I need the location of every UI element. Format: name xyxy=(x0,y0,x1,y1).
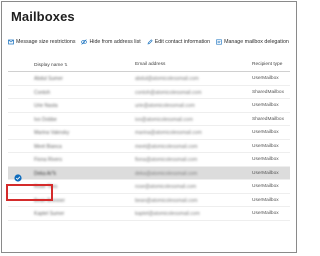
row-recipient-type: UserMailbox xyxy=(252,130,279,135)
row-recipient-type: UserMailbox xyxy=(252,143,279,149)
selection-highlight-box xyxy=(6,184,53,201)
row-email: rose@atomicolessmail.com xyxy=(135,184,197,190)
row-recipient-type: SharedMailbox xyxy=(252,89,284,95)
sort-icon: ⇅ xyxy=(64,62,68,67)
page-title: Mailboxes xyxy=(11,9,75,24)
row-recipient-type: UserMailbox xyxy=(252,211,279,216)
hide-eye-icon xyxy=(81,39,88,45)
table-row[interactable]: Fiona Rivers fiona@atomicolessmail.com U… xyxy=(8,153,290,167)
row-display-name: Ivo Dobbe xyxy=(34,116,57,123)
table-row[interactable]: Urie Nasta urie@atomicolessmail.com User… xyxy=(8,99,290,113)
row-recipient-type: UserMailbox xyxy=(252,103,279,108)
table-row-selected[interactable]: Deka Ar"k deka@atomicolessmail.com UserM… xyxy=(8,166,290,182)
row-email: contoh@atomicolessmail.com xyxy=(135,89,202,96)
table-row[interactable]: Marina Vaknsky marina@atomicolessmail.co… xyxy=(8,126,290,140)
row-display-name: Marina Vaknsky xyxy=(34,130,70,136)
message-size-restrictions-button[interactable]: Message size restrictions xyxy=(8,39,75,45)
column-header-display-name[interactable]: Display name⇅ xyxy=(34,62,67,68)
row-display-name: Deka Ar"k xyxy=(34,170,57,177)
row-display-name: Contoh xyxy=(34,89,51,96)
display-name-header-label: Display name xyxy=(34,63,64,68)
row-email: bean@atomicolessmail.com xyxy=(135,197,198,204)
table-row[interactable]: Ivo Dobbe ivo@atomicolessmail.com Shared… xyxy=(8,113,290,126)
row-display-name: Fiona Rivers xyxy=(34,157,63,163)
row-display-name: Meet Bianca xyxy=(34,143,62,150)
row-recipient-type: UserMailbox xyxy=(252,76,279,81)
row-email: fiona@atomicolessmail.com xyxy=(135,157,198,163)
hide-from-address-list-label: Hide from address list xyxy=(89,39,141,45)
column-header-email[interactable]: Email address xyxy=(135,62,165,67)
row-email: meet@atomicolessmail.com xyxy=(135,143,198,150)
row-recipient-type: UserMailbox xyxy=(252,197,279,203)
edit-contact-information-label: Edit contact information xyxy=(154,39,211,45)
table-row[interactable]: Abdul Sumer abdul@atomicolessmail.com Us… xyxy=(8,72,290,86)
row-recipient-type: UserMailbox xyxy=(252,157,279,162)
row-email: kaptel@atomicolessmail.com xyxy=(135,211,200,217)
table-row[interactable]: Contoh contoh@atomicolessmail.com Shared… xyxy=(8,86,290,99)
delegation-icon xyxy=(216,39,222,45)
table-header: Display name⇅ Email address Recipient ty… xyxy=(8,59,290,72)
row-email: deka@atomicolessmail.com xyxy=(135,170,198,177)
manage-mailbox-delegation-button[interactable]: Manage mailbox delegation xyxy=(216,39,289,45)
toolbar: Message size restrictions Hide from addr… xyxy=(8,37,295,47)
row-email: urie@atomicolessmail.com xyxy=(135,103,195,109)
row-display-name: Kaptel Sumer xyxy=(34,211,65,217)
table-row[interactable]: Kaptel Sumer kaptel@atomicolessmail.com … xyxy=(8,207,290,221)
selected-check-icon[interactable] xyxy=(14,169,22,182)
row-recipient-type: UserMailbox xyxy=(252,184,279,189)
row-email: marina@atomicolessmail.com xyxy=(135,130,202,136)
edit-pencil-icon xyxy=(147,39,153,45)
row-recipient-type: UserMailbox xyxy=(252,170,279,176)
column-header-recipient-type[interactable]: Recipient type xyxy=(252,62,282,67)
row-display-name: Abdul Sumer xyxy=(34,76,63,82)
message-size-restrictions-label: Message size restrictions xyxy=(16,39,76,45)
row-display-name: Urie Nasta xyxy=(34,103,58,109)
edit-contact-information-button[interactable]: Edit contact information xyxy=(147,39,210,45)
row-email: ivo@atomicolessmail.com xyxy=(135,116,193,123)
mailboxes-panel: Mailboxes Message size restrictions Hide… xyxy=(1,1,297,253)
manage-mailbox-delegation-label: Manage mailbox delegation xyxy=(224,39,289,45)
table-row[interactable]: Meet Bianca meet@atomicolessmail.com Use… xyxy=(8,140,290,153)
row-email: abdul@atomicolessmail.com xyxy=(135,76,199,82)
row-recipient-type: SharedMailbox xyxy=(252,116,284,122)
message-size-icon xyxy=(8,39,14,45)
hide-from-address-list-button[interactable]: Hide from address list xyxy=(81,39,141,45)
